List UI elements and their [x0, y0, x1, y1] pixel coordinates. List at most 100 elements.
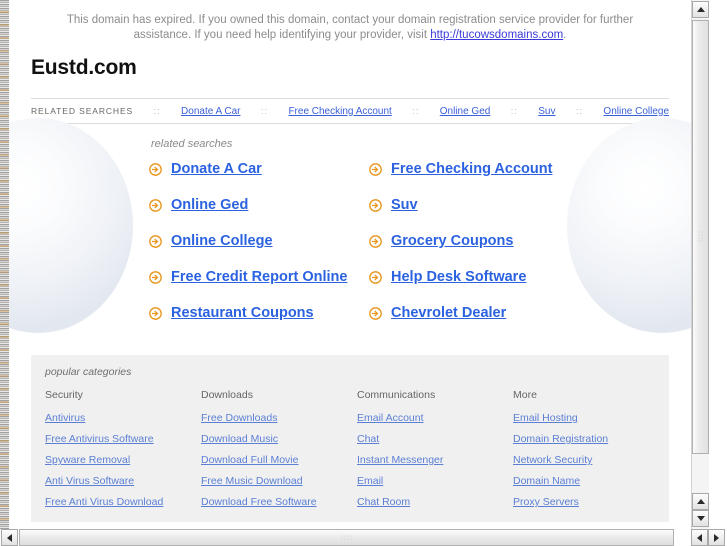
strip-separator: ::	[153, 106, 161, 116]
vertical-scrollbar[interactable]	[691, 0, 709, 529]
category-heading: Downloads	[201, 389, 253, 401]
popular-categories-grid: Security Antivirus Free Antivirus Softwa…	[45, 389, 669, 508]
scroll-left-arrow-icon	[7, 533, 12, 542]
category-link-email[interactable]: Email	[357, 475, 513, 487]
main-link-grocery-coupons[interactable]: Grocery Coupons	[391, 233, 513, 249]
scroll-right-button[interactable]	[708, 529, 725, 546]
category-column-more: More Email Hosting Domain Registration N…	[513, 389, 669, 508]
category-link-free-downloads[interactable]: Free Downloads	[201, 412, 357, 424]
related-searches-main: related searches Donate A Car Free Check…	[9, 138, 691, 321]
main-link-donate-a-car[interactable]: Donate A Car	[171, 161, 262, 177]
main-link-free-credit-report-online[interactable]: Free Credit Report Online	[171, 269, 347, 285]
scroll-right-arrow-icon	[714, 533, 719, 542]
scroll-left-button-secondary[interactable]	[691, 529, 708, 546]
scrollbar-grip	[340, 534, 353, 541]
arrow-circle-right-icon	[369, 306, 382, 320]
scroll-up-button[interactable]	[692, 1, 709, 18]
arrow-circle-right-icon	[369, 198, 382, 212]
domain-expiry-notice: This domain has expired. If you owned th…	[9, 0, 691, 43]
arrow-circle-right-icon	[369, 270, 382, 284]
scroll-up-button-secondary[interactable]	[692, 493, 709, 510]
main-link-suv[interactable]: Suv	[391, 197, 418, 213]
scroll-down-button[interactable]	[692, 510, 709, 527]
browser-window: This domain has expired. If you owned th…	[0, 0, 727, 546]
main-link-restaurant-coupons[interactable]: Restaurant Coupons	[171, 305, 314, 321]
category-link-anti-virus-software[interactable]: Anti Virus Software	[45, 475, 201, 487]
strip-separator: ::	[260, 106, 268, 116]
category-link-domain-name[interactable]: Domain Name	[513, 475, 669, 487]
strip-link-online-ged[interactable]: Online Ged	[440, 106, 491, 117]
related-search-item[interactable]: Donate A Car	[149, 161, 369, 177]
category-link-chat-room[interactable]: Chat Room	[357, 496, 513, 508]
category-link-email-hosting[interactable]: Email Hosting	[513, 412, 669, 424]
strip-separator: ::	[510, 106, 518, 116]
main-link-free-checking-account[interactable]: Free Checking Account	[391, 161, 552, 177]
strip-link-donate-a-car[interactable]: Donate A Car	[181, 106, 240, 117]
category-link-instant-messenger[interactable]: Instant Messenger	[357, 454, 513, 466]
related-search-item[interactable]: Online Ged	[149, 197, 369, 213]
strip-separator: ::	[412, 106, 420, 116]
strip-link-free-checking-account[interactable]: Free Checking Account	[288, 106, 391, 117]
horizontal-scrollbar[interactable]	[0, 529, 727, 546]
page-title: Eustd.com	[31, 56, 137, 79]
category-link-download-free-software[interactable]: Download Free Software	[201, 496, 357, 508]
arrow-circle-right-icon	[369, 162, 382, 176]
main-link-help-desk-software[interactable]: Help Desk Software	[391, 269, 526, 285]
category-heading: Security	[45, 389, 83, 401]
related-search-item[interactable]: Suv	[369, 197, 691, 213]
vertical-scrollbar-thumb[interactable]	[692, 20, 709, 454]
category-heading: Communications	[357, 389, 436, 401]
scroll-left-arrow-icon	[697, 533, 702, 542]
main-link-online-college[interactable]: Online College	[171, 233, 273, 249]
category-heading: More	[513, 389, 537, 401]
arrow-circle-right-icon	[149, 198, 162, 212]
strip-link-online-college[interactable]: Online College	[603, 106, 669, 117]
popular-categories-caption: popular categories	[45, 366, 132, 378]
related-search-item[interactable]: Help Desk Software	[369, 269, 691, 285]
category-link-domain-registration[interactable]: Domain Registration	[513, 433, 669, 445]
scroll-left-button[interactable]	[1, 529, 18, 546]
scroll-up-arrow-icon	[696, 7, 705, 12]
parked-domain-page: This domain has expired. If you owned th…	[9, 0, 691, 529]
page-viewport: This domain has expired. If you owned th…	[9, 0, 709, 529]
category-link-chat[interactable]: Chat	[357, 433, 513, 445]
category-link-download-music[interactable]: Download Music	[201, 433, 357, 445]
category-link-free-music-download[interactable]: Free Music Download	[201, 475, 357, 487]
related-searches-strip: RELATED SEARCHES :: Donate A Car :: Free…	[31, 98, 669, 124]
expiry-notice-text-after: .	[563, 29, 567, 41]
category-link-antivirus[interactable]: Antivirus	[45, 412, 201, 424]
arrow-circle-right-icon	[149, 270, 162, 284]
related-searches-strip-label: RELATED SEARCHES	[31, 106, 134, 116]
category-link-free-antivirus-software[interactable]: Free Antivirus Software	[45, 433, 201, 445]
related-search-item[interactable]: Free Checking Account	[369, 161, 691, 177]
related-search-item[interactable]: Chevrolet Dealer	[369, 305, 691, 321]
horizontal-scrollbar-thumb[interactable]	[19, 529, 674, 546]
scroll-up-arrow-icon	[696, 499, 705, 504]
related-search-item[interactable]: Grocery Coupons	[369, 233, 691, 249]
category-link-email-account[interactable]: Email Account	[357, 412, 513, 424]
left-edge-texture	[0, 0, 9, 529]
category-link-spyware-removal[interactable]: Spyware Removal	[45, 454, 201, 466]
category-link-download-full-movie[interactable]: Download Full Movie	[201, 454, 357, 466]
related-search-item[interactable]: Restaurant Coupons	[149, 305, 369, 321]
related-search-item[interactable]: Free Credit Report Online	[149, 269, 369, 285]
scrollbar-grip	[697, 230, 704, 244]
popular-categories-section: popular categories Security Antivirus Fr…	[31, 355, 669, 522]
tucows-domains-link[interactable]: http://tucowsdomains.com	[430, 29, 563, 41]
strip-separator: ::	[575, 106, 583, 116]
arrow-circle-right-icon	[149, 162, 162, 176]
category-link-network-security[interactable]: Network Security	[513, 454, 669, 466]
arrow-circle-right-icon	[369, 234, 382, 248]
left-edge-texture-overlay	[0, 0, 9, 529]
category-column-downloads: Downloads Free Downloads Download Music …	[201, 389, 357, 508]
category-link-proxy-servers[interactable]: Proxy Servers	[513, 496, 669, 508]
category-column-communications: Communications Email Account Chat Instan…	[357, 389, 513, 508]
arrow-circle-right-icon	[149, 234, 162, 248]
scroll-down-arrow-icon	[696, 516, 705, 521]
main-link-chevrolet-dealer[interactable]: Chevrolet Dealer	[391, 305, 506, 321]
category-link-free-anti-virus-download[interactable]: Free Anti Virus Download	[45, 496, 201, 508]
related-search-item[interactable]: Online College	[149, 233, 369, 249]
main-link-online-ged[interactable]: Online Ged	[171, 197, 248, 213]
strip-link-suv[interactable]: Suv	[538, 106, 555, 117]
related-searches-caption: related searches	[151, 138, 233, 150]
